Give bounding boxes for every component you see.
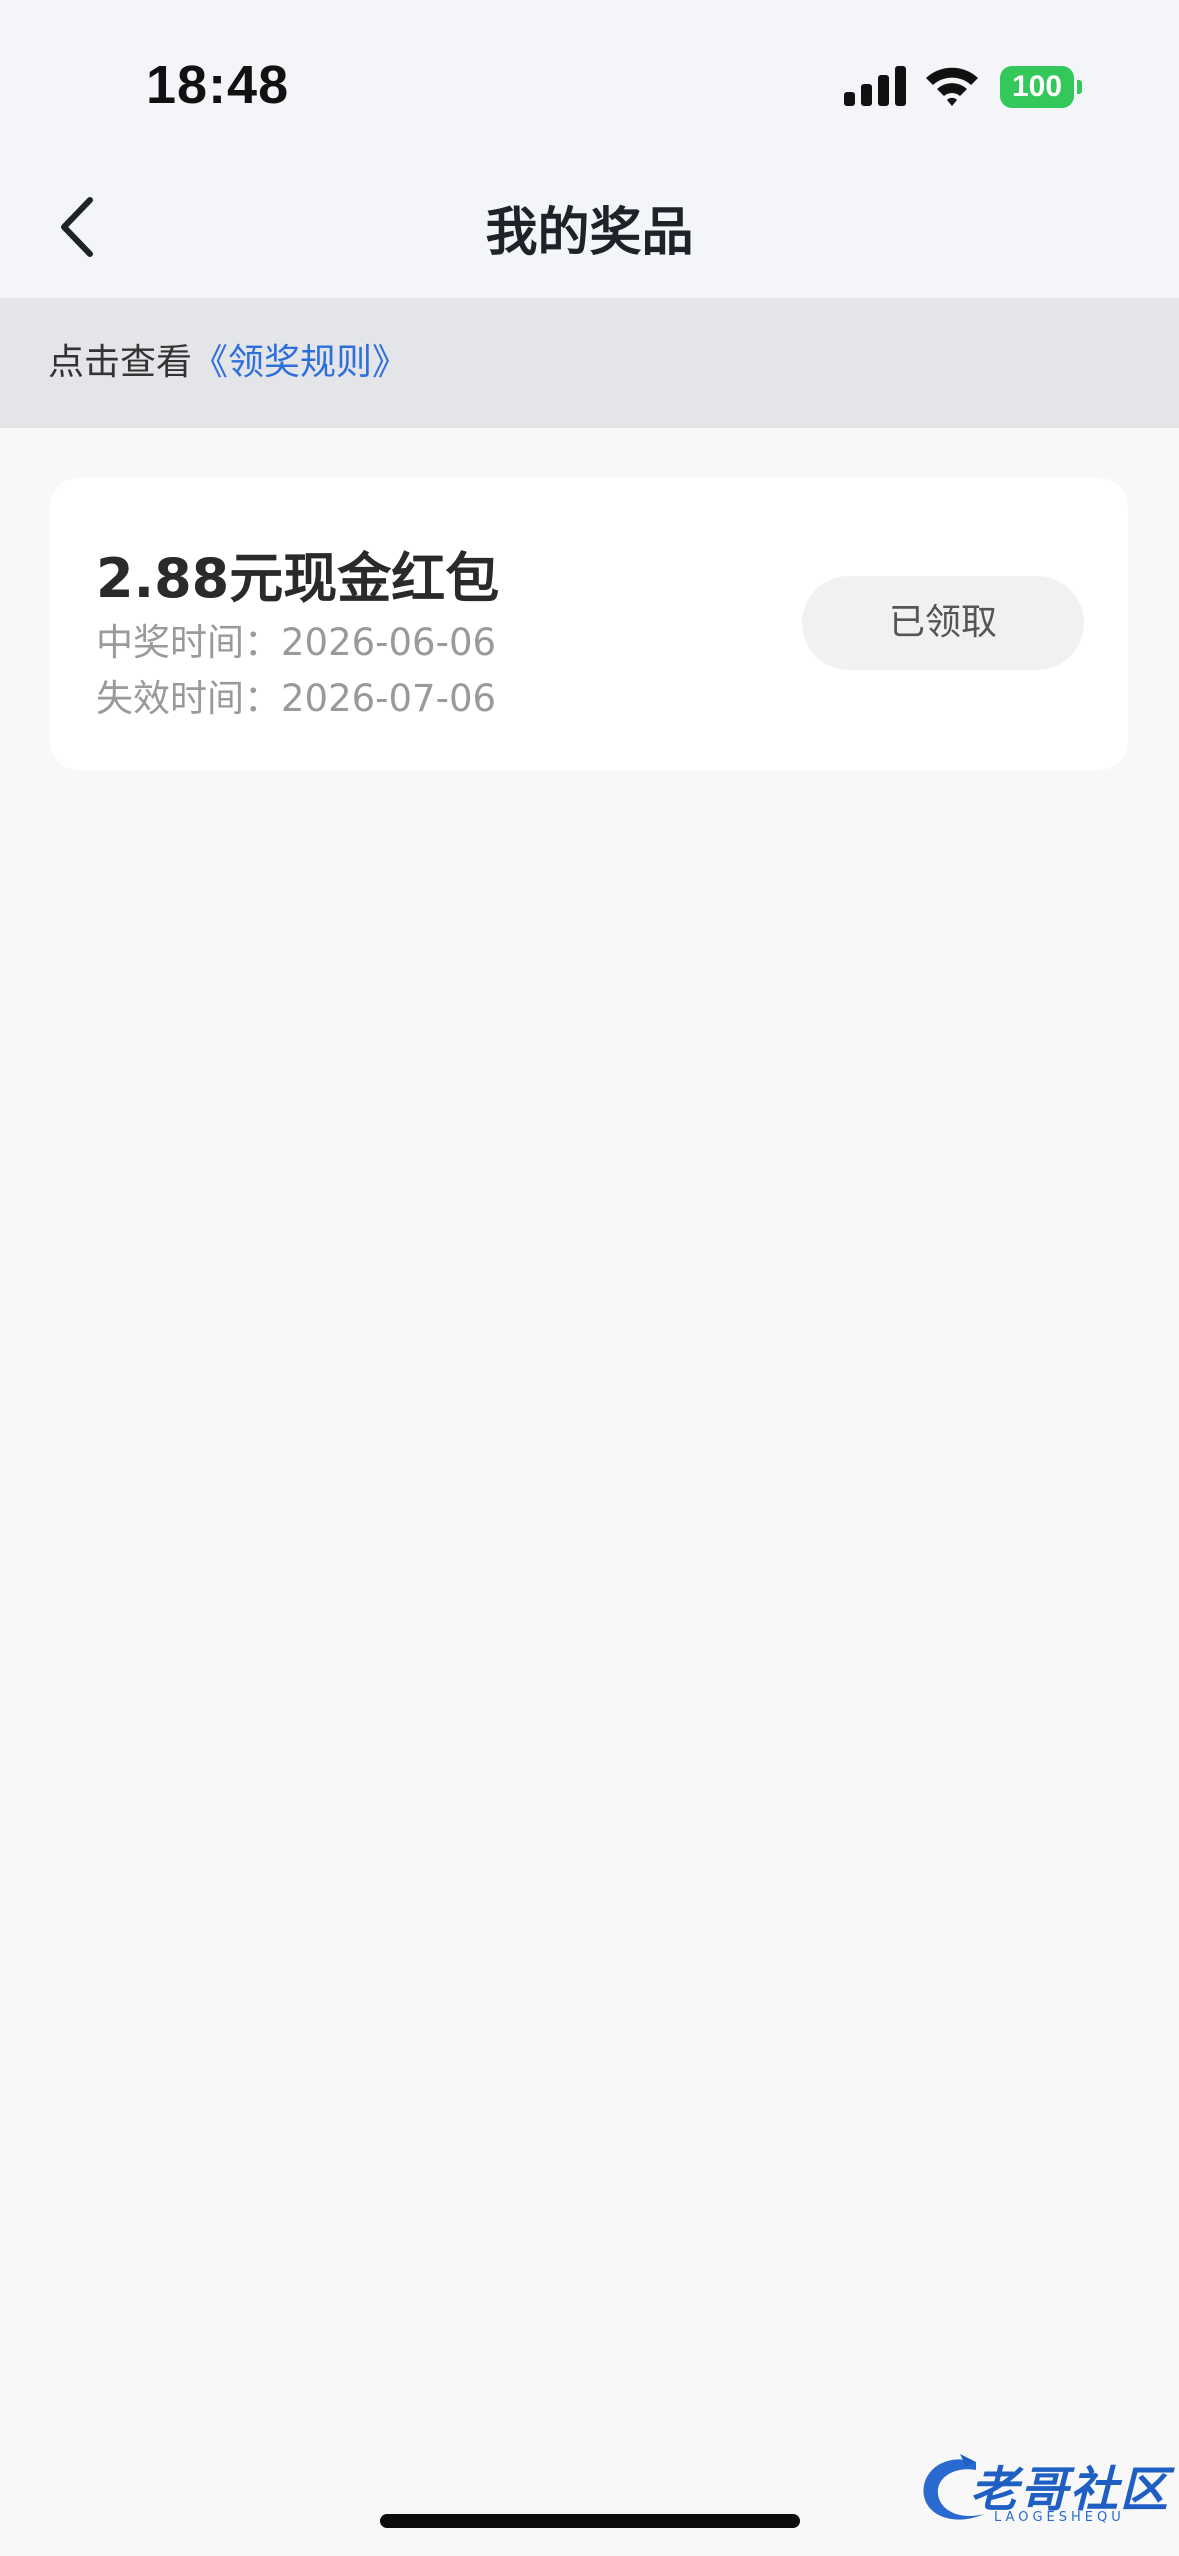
rules-text: 点击查看《领奖规则》 bbox=[48, 340, 408, 386]
home-indicator[interactable] bbox=[380, 2514, 800, 2528]
nav-bar: 我的奖品 bbox=[0, 150, 1179, 298]
status-bar: 18:48 100 bbox=[0, 0, 1179, 150]
signal-icon bbox=[844, 66, 906, 106]
won-label: 中奖时间： bbox=[96, 621, 281, 664]
battery-level: 100 bbox=[1000, 66, 1074, 108]
watermark-subtext: LAOGESHEQU bbox=[994, 2510, 1125, 2525]
prize-won-time: 中奖时间：2026-06-06 bbox=[96, 612, 496, 666]
prize-title: 2.88元现金红包 bbox=[96, 547, 500, 610]
battery-nub bbox=[1077, 80, 1082, 94]
status-time: 18:48 bbox=[146, 55, 290, 115]
battery-icon: 100 bbox=[1000, 66, 1082, 108]
prize-expire-time: 失效时间：2026-07-06 bbox=[96, 668, 496, 722]
rules-prefix: 点击查看 bbox=[48, 342, 193, 383]
rules-banner: 点击查看《领奖规则》 bbox=[0, 298, 1179, 428]
rules-link[interactable]: 《领奖规则》 bbox=[192, 342, 408, 383]
prize-card: 2.88元现金红包 中奖时间：2026-06-06 失效时间：2026-07-0… bbox=[50, 478, 1128, 770]
won-date: 2026-06-06 bbox=[281, 621, 497, 664]
watermark-logo: 老哥社区 LAOGESHEQU bbox=[914, 2448, 1168, 2532]
wifi-icon bbox=[926, 67, 978, 106]
expire-label: 失效时间： bbox=[96, 677, 281, 720]
claimed-status-button[interactable]: 已领取 bbox=[802, 576, 1084, 670]
expire-date: 2026-07-06 bbox=[281, 677, 497, 720]
page-title: 我的奖品 bbox=[485, 203, 694, 263]
